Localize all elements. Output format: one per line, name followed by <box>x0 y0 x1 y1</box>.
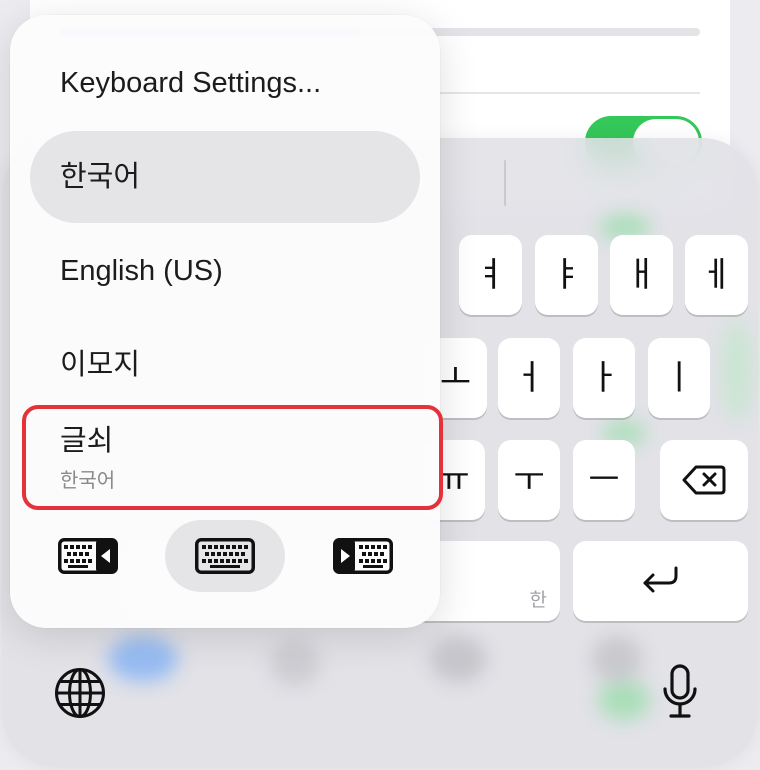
keyboard-settings-item[interactable]: Keyboard Settings... <box>30 37 420 129</box>
space-language-hint: 한 <box>529 590 547 611</box>
key-u[interactable]: ㅜ <box>498 440 560 520</box>
full-keyboard-button[interactable] <box>165 520 285 592</box>
blurred-background-shape <box>108 636 178 682</box>
dictation-button[interactable] <box>660 664 700 720</box>
language-label: English (US) <box>60 255 223 287</box>
backspace-key[interactable] <box>660 440 748 520</box>
keyboard-right-icon <box>333 538 393 574</box>
return-icon <box>639 565 683 597</box>
key-label: ㅑ <box>550 256 583 294</box>
key-label: ㅏ <box>588 359 620 397</box>
blurred-background-shape <box>270 640 320 686</box>
key-eo[interactable]: ㅓ <box>498 338 560 418</box>
key-label: ㅐ <box>625 256 658 294</box>
keyboard-settings-label: Keyboard Settings... <box>60 67 322 99</box>
key-i[interactable]: ㅣ <box>648 338 710 418</box>
language-item-korean[interactable]: 한국어 <box>30 131 420 223</box>
blurred-background-shape <box>430 636 486 682</box>
key-label: ㅡ <box>588 461 620 499</box>
keyboard-switcher-menu: Keyboard Settings... 한국어 English (US) 이모… <box>10 15 443 628</box>
right-handed-keyboard-button[interactable] <box>323 520 403 592</box>
key-label: ㅕ <box>474 256 507 294</box>
delete-left-icon <box>681 464 727 496</box>
key-eu[interactable]: ㅡ <box>573 440 635 520</box>
language-item-emoji[interactable]: 이모지 <box>30 319 420 411</box>
blurred-background-shape <box>598 680 650 720</box>
left-handed-keyboard-button[interactable] <box>48 520 128 592</box>
keyboard-layout-subtitle: 한국어 <box>60 470 116 492</box>
microphone-icon <box>660 664 700 720</box>
key-yeo[interactable]: ㅕ <box>459 235 522 315</box>
key-label: ㅓ <box>513 359 545 397</box>
keyboard-left-icon <box>58 538 118 574</box>
language-item-english-us[interactable]: English (US) <box>30 225 420 317</box>
globe-button[interactable] <box>54 667 106 719</box>
key-label: ㅗ <box>439 359 472 397</box>
key-e[interactable]: ㅔ <box>685 235 748 315</box>
keyboard-layout-title: 글쇠 <box>60 425 114 457</box>
key-label: ㅜ <box>513 461 545 499</box>
language-label: 이모지 <box>60 349 141 381</box>
candidate-bar-divider <box>504 160 506 206</box>
return-key[interactable] <box>573 541 748 621</box>
key-label: ㅠ <box>438 461 470 499</box>
globe-icon <box>54 667 106 719</box>
key-ae[interactable]: ㅐ <box>610 235 673 315</box>
key-label: ㅣ <box>663 359 695 397</box>
key-ya[interactable]: ㅑ <box>535 235 598 315</box>
blurred-background-shape <box>722 320 752 420</box>
language-label: 한국어 <box>60 161 141 193</box>
keyboard-icon <box>195 538 255 574</box>
keyboard-layout-item[interactable]: 글쇠 한국어 <box>30 407 420 517</box>
key-a[interactable]: ㅏ <box>573 338 635 418</box>
key-label: ㅔ <box>700 256 733 294</box>
blurred-background-shape <box>592 636 642 682</box>
screen: ㅕ ㅑ ㅐ ㅔ ㅗ ㅓ ㅏ ㅣ ㅠ ㅜ ㅡ 한 Keyboard Setting… <box>0 0 760 770</box>
